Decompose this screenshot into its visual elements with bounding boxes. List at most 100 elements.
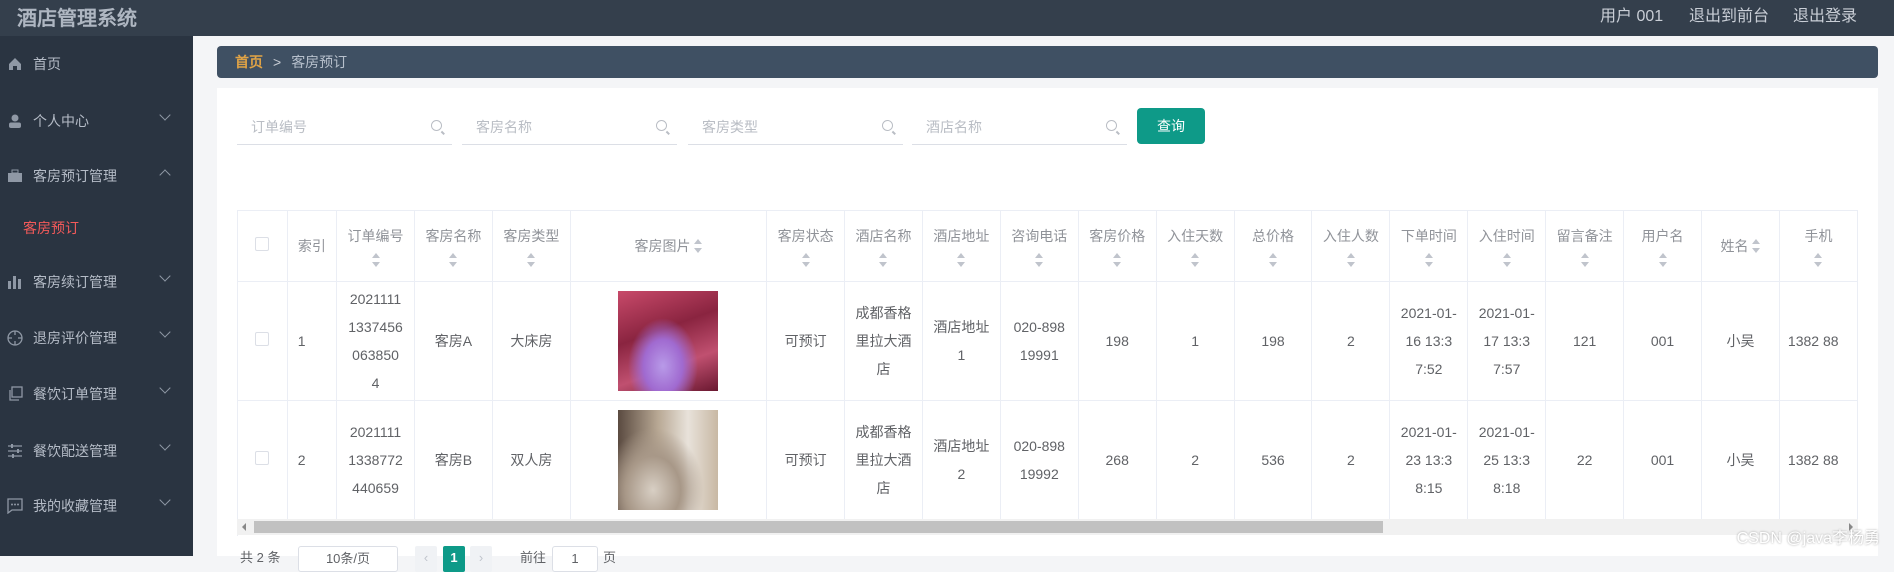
sort-caret-icon[interactable] <box>1752 238 1761 253</box>
column-header[interactable]: 手机 <box>1779 211 1858 282</box>
sort-caret-icon[interactable] <box>1658 252 1667 267</box>
hotel-name-search-input[interactable]: 酒店名称 <box>912 110 1127 145</box>
next-page-button[interactable]: › <box>470 546 492 572</box>
column-header: 索引 <box>287 211 338 282</box>
sort-caret-icon[interactable] <box>1580 252 1589 267</box>
column-header[interactable]: 留言备注 <box>1545 211 1625 282</box>
chevron-down-icon <box>159 439 171 451</box>
cell-name: 小吴 <box>1701 400 1780 520</box>
chevron-down-icon <box>159 382 171 394</box>
column-header[interactable]: 入住天数 <box>1156 211 1235 282</box>
sort-caret-icon[interactable] <box>694 238 703 253</box>
column-header[interactable]: 客房类型 <box>492 211 571 282</box>
page-size-select[interactable]: 10条/页 <box>298 546 398 572</box>
column-header-label: 入住时间 <box>1478 227 1535 244</box>
sort-caret-icon[interactable] <box>527 252 536 267</box>
column-header[interactable]: 姓名 <box>1701 211 1780 282</box>
sort-caret-icon[interactable] <box>1424 252 1433 267</box>
cell-phone: 020-89819992 <box>1000 400 1079 520</box>
room-photo[interactable] <box>618 290 719 391</box>
current-user[interactable]: 用户 001 <box>1600 2 1663 26</box>
room-image-cell <box>570 281 768 401</box>
column-header-label: 下单时间 <box>1400 227 1457 244</box>
table-row[interactable]: 1 20211111337456063850 4 客房A 大床房 可预订 成都香格里拉大酒… <box>238 281 1858 401</box>
sort-caret-icon[interactable] <box>1035 252 1044 267</box>
column-header-label: 客房名称 <box>425 227 482 244</box>
query-button[interactable]: 查询 <box>1137 108 1205 144</box>
column-header[interactable]: 下单时间 <box>1389 211 1469 282</box>
sidebar-item-room-renewal[interactable]: 客房续订管理 <box>0 262 193 302</box>
cell-people: 2 <box>1311 400 1391 520</box>
sort-caret-icon[interactable] <box>1814 252 1823 267</box>
sidebar-item-personal[interactable]: 个人中心 <box>0 101 193 141</box>
room-name-search-input[interactable]: 客房名称 <box>462 110 677 145</box>
sidebar-item-label: 首页 <box>33 56 61 72</box>
column-header[interactable]: 用户名 <box>1623 211 1702 282</box>
goto-page-input[interactable]: 1 <box>552 546 598 572</box>
home-icon <box>7 56 23 72</box>
row-checkbox[interactable] <box>255 331 270 346</box>
sidebar-item-home[interactable]: 首页 <box>0 44 193 84</box>
cell-room-name: 客房A <box>414 281 493 401</box>
column-header-label: 入住天数 <box>1167 227 1224 244</box>
cell-order-time: 2021-01-16 13:37:52 <box>1389 281 1469 401</box>
column-header[interactable]: 酒店名称 <box>844 211 923 282</box>
sidebar-item-dining-orders[interactable]: 餐饮订单管理 <box>0 374 193 414</box>
sidebar-item-favorites[interactable]: 我的收藏管理 <box>0 486 193 526</box>
column-header[interactable]: 入住时间 <box>1467 211 1547 282</box>
order-no-search-input[interactable]: 订单编号 <box>237 110 452 145</box>
column-header[interactable]: 客房名称 <box>414 211 493 282</box>
logout-link[interactable]: 退出登录 <box>1793 2 1857 26</box>
breadcrumb-home[interactable]: 首页 <box>235 52 263 72</box>
chevron-down-icon <box>159 494 171 506</box>
cell-status: 可预订 <box>766 400 846 520</box>
column-header[interactable]: 客房价格 <box>1078 211 1157 282</box>
goto-label: 前往 <box>520 550 547 565</box>
row-checkbox[interactable] <box>255 450 270 465</box>
select-all-checkbox[interactable] <box>255 236 270 251</box>
top-bar: 酒店管理系统 用户 001 退出到前台 退出登录 <box>0 0 1894 36</box>
sort-caret-icon[interactable] <box>449 252 458 267</box>
room-image-cell <box>570 400 768 520</box>
sort-caret-icon[interactable] <box>957 252 966 267</box>
copy-icon <box>7 386 23 402</box>
horizontal-scrollbar[interactable] <box>237 519 1858 535</box>
page-1-button[interactable]: 1 <box>443 546 465 572</box>
column-header[interactable]: 客房状态 <box>766 211 846 282</box>
sort-caret-icon[interactable] <box>1346 252 1355 267</box>
column-header[interactable]: 咨询电话 <box>1000 211 1079 282</box>
sort-caret-icon[interactable] <box>1191 252 1200 267</box>
cell-note: 22 <box>1545 400 1625 520</box>
table-row[interactable]: 2 20211111338772440659 客房B 双人房 可预订 成都香格里拉大酒店酒… <box>238 400 1858 520</box>
sort-caret-icon[interactable] <box>1502 252 1511 267</box>
sort-caret-icon[interactable] <box>371 252 380 267</box>
cell-checkin-time: 2021-01-17 13:37:57 <box>1467 281 1547 401</box>
scrollbar-thumb[interactable] <box>254 521 1383 533</box>
cell-total: 536 <box>1234 400 1313 520</box>
cell-username: 001 <box>1623 281 1702 401</box>
column-header[interactable]: 订单编号 <box>336 211 415 282</box>
sidebar-item-checkout-review[interactable]: 退房评价管理 <box>0 318 193 358</box>
breadcrumb-current: 客房预订 <box>291 54 348 70</box>
sidebar-subitem-room-booking[interactable]: 客房预订 <box>23 218 79 238</box>
scroll-left-arrow-icon[interactable] <box>242 523 246 531</box>
column-header[interactable]: 客房图片 <box>570 211 768 282</box>
sort-caret-icon[interactable] <box>1113 252 1122 267</box>
exit-to-front-link[interactable]: 退出到前台 <box>1689 2 1769 26</box>
sidebar-item-room-booking[interactable]: 客房预订管理 <box>0 156 193 196</box>
page-unit-label: 页 <box>603 550 617 565</box>
cell-room-type: 双人房 <box>492 400 571 520</box>
cell-hotel: 成都香格里拉大酒店 <box>844 400 923 520</box>
room-photo[interactable] <box>618 409 719 510</box>
column-header[interactable]: 总价格 <box>1234 211 1313 282</box>
crosshair-icon <box>7 330 23 346</box>
sort-caret-icon[interactable] <box>879 252 888 267</box>
column-header[interactable]: 入住人数 <box>1311 211 1391 282</box>
sidebar-item-dining-delivery[interactable]: 餐饮配送管理 <box>0 431 193 471</box>
sort-caret-icon[interactable] <box>801 252 810 267</box>
column-header[interactable]: 酒店地址 <box>922 211 1001 282</box>
sort-caret-icon[interactable] <box>1269 252 1278 267</box>
prev-page-button[interactable]: ‹ <box>415 546 437 572</box>
message-icon <box>7 498 23 514</box>
room-type-search-input[interactable]: 客房类型 <box>688 110 903 145</box>
